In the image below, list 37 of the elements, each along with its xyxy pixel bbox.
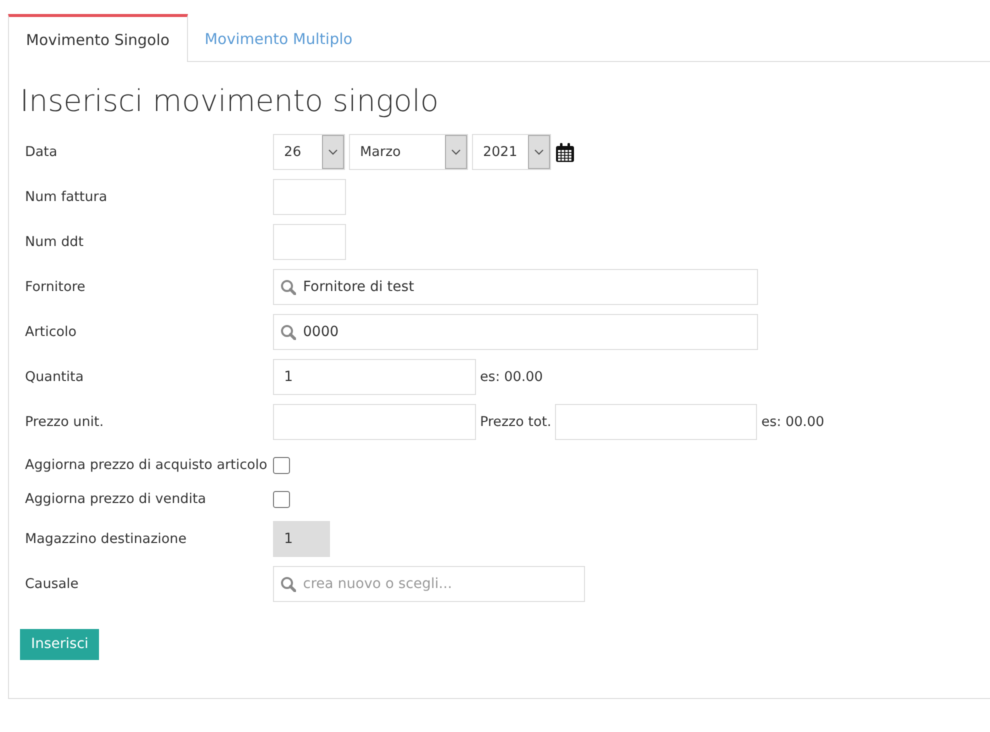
chevron-icon	[534, 148, 544, 156]
hint-text: es: 00.00	[761, 412, 824, 432]
unit-price-input[interactable]	[273, 404, 476, 440]
field-label: Prezzo unit.	[24, 412, 105, 432]
search-field[interactable]: crea nuovo o scegli...	[273, 566, 585, 602]
field-label: Data	[24, 142, 58, 162]
text-input[interactable]	[273, 224, 346, 260]
field-label: Num ddt	[24, 232, 85, 252]
page-heading: Inserisci movimento singolo	[20, 84, 440, 120]
checkbox[interactable]	[273, 456, 290, 474]
quantity-input[interactable]: 1	[273, 359, 476, 395]
field-label: Articolo	[24, 322, 78, 342]
search-icon	[280, 324, 296, 340]
field-label: Prezzo tot.	[480, 412, 552, 432]
day-select[interactable]: 26	[273, 134, 345, 170]
field-label: Magazzino destinazione	[24, 530, 188, 549]
hint-text: es: 00.00	[480, 368, 543, 387]
field-label: Fornitore	[24, 278, 86, 297]
field-label: Quantita	[24, 368, 85, 387]
calendar-icon[interactable]	[555, 142, 575, 162]
search-icon	[280, 576, 296, 592]
year-select[interactable]: 2021	[472, 134, 551, 170]
readonly-field[interactable]: 1	[273, 521, 330, 557]
month-select[interactable]: Marzo	[349, 134, 468, 170]
chevron-icon	[451, 148, 461, 156]
text-input[interactable]	[273, 179, 346, 215]
search-field[interactable]: 0000	[273, 314, 758, 350]
search-icon	[280, 279, 296, 295]
checkbox[interactable]	[273, 490, 290, 508]
field-label: Aggiorna prezzo di vendita	[24, 490, 208, 509]
field-label: Num fattura	[24, 188, 108, 207]
chevron-icon	[328, 148, 338, 156]
total-price-input[interactable]	[555, 404, 758, 440]
field-label: Aggiorna prezzo di acquisto articolo	[24, 456, 268, 475]
search-field[interactable]: Fornitore di test	[273, 269, 758, 305]
field-label: Causale	[24, 574, 80, 594]
tab[interactable]: Movimento Singolo	[8, 14, 188, 62]
